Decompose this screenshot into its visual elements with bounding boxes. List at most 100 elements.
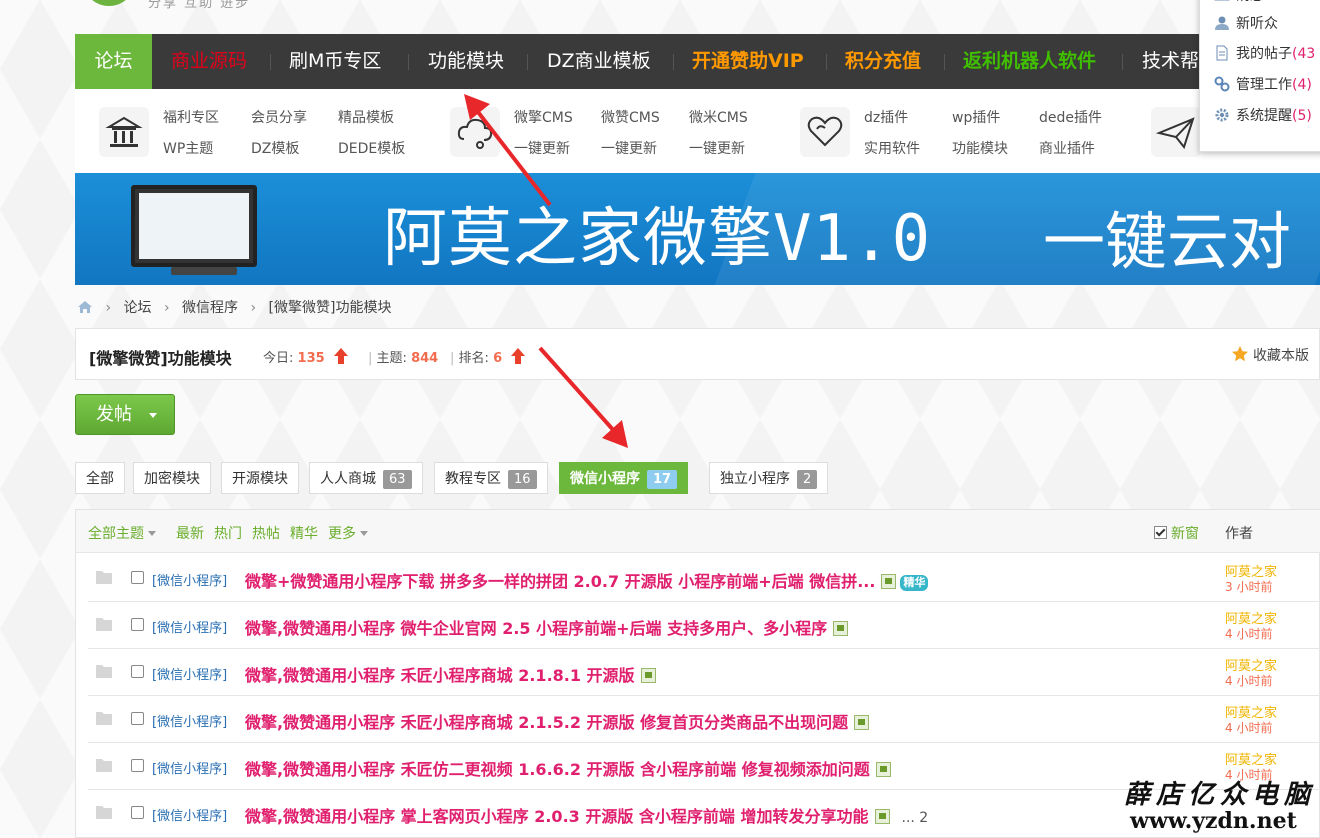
sub-link[interactable]: 微擎CMS — [514, 107, 573, 127]
sub-link[interactable]: 微米CMS — [689, 107, 748, 127]
author-column-header: 作者 — [1225, 526, 1253, 542]
nav-item-tech-help[interactable]: 技术帮 — [1142, 34, 1199, 89]
thread-checkbox[interactable] — [131, 665, 144, 678]
thread-checkbox[interactable] — [131, 618, 144, 631]
image-attachment-icon — [874, 809, 890, 824]
tab-encrypted[interactable]: 加密模块 — [133, 462, 211, 494]
sub-link[interactable]: WP主题 — [163, 138, 213, 158]
tab-renren-mall[interactable]: 人人商城 63 — [309, 462, 423, 494]
filter-digest[interactable]: 精华 — [290, 523, 318, 543]
promo-banner[interactable]: 阿莫之家微擎V1.0 一键云对 — [75, 173, 1320, 285]
thread-title[interactable]: 微擎,微赞通用小程序 禾匠小程序商城 2.1.5.2 开源版 修复首页分类商品不… — [245, 709, 870, 733]
sub-link[interactable]: dz插件 — [864, 107, 908, 127]
nav-item-forum[interactable]: 论坛 — [75, 34, 152, 89]
nav-item-vip[interactable]: 开通赞助VIP — [692, 34, 804, 89]
image-attachment-icon — [833, 621, 849, 636]
tab-all[interactable]: 全部 — [75, 462, 125, 494]
nav-item-mcoin[interactable]: 刷M币专区 — [289, 34, 381, 89]
up-arrow-icon — [511, 348, 526, 364]
star-icon — [1231, 346, 1248, 362]
nav-item-dz-templates[interactable]: DZ商业模板 — [547, 34, 651, 89]
tab-standalone-miniprogram[interactable]: 独立小程序 2 — [709, 462, 829, 494]
thread-category[interactable]: [微信小程序] — [152, 711, 227, 730]
breadcrumb-current[interactable]: [微擎微赞]功能模块 — [269, 300, 392, 316]
rank-stat: | 排名: 6 — [450, 347, 526, 366]
thread-title[interactable]: 微擎,微赞通用小程序 掌上客网页小程序 2.0.3 开源版 含小程序前端 增加转… — [245, 803, 928, 827]
image-attachment-icon — [875, 762, 891, 777]
threads-stat: | 主题: 844 — [368, 351, 439, 366]
thread-category[interactable]: [微信小程序] — [152, 617, 227, 636]
sub-link[interactable]: DZ模板 — [251, 138, 299, 158]
filter-trending[interactable]: 热帖 — [252, 523, 280, 543]
tab-wechat-miniprogram[interactable]: 微信小程序 17 — [559, 462, 689, 494]
thread-row[interactable]: [微信小程序] 微擎,微赞通用小程序 禾匠小程序商城 2.1.5.2 开源版 修… — [88, 696, 1320, 743]
breadcrumb-link[interactable]: 微信程序 — [182, 300, 238, 316]
digest-badge: 精华 — [900, 575, 929, 591]
sub-link[interactable]: DEDE模板 — [338, 138, 405, 158]
thread-title[interactable]: 微擎,微赞通用小程序 禾匠小程序商城 2.1.8.1 开源版 — [245, 662, 656, 686]
forum-header: [微擎微赞]功能模块 今日: 135 | 主题: 844 | 排名: 6 收藏本… — [75, 328, 1320, 380]
sub-link[interactable]: 功能模块 — [952, 138, 1008, 158]
nav-item-modules[interactable]: 功能模块 — [428, 34, 504, 89]
forum-title: [微擎微赞]功能模块 — [89, 349, 232, 368]
user-icon — [1215, 16, 1229, 30]
nav-item-points[interactable]: 积分充值 — [845, 34, 921, 89]
new-post-button[interactable]: 发帖 — [75, 394, 175, 435]
thread-title[interactable]: 微擎,微赞通用小程序 禾匠仿二更视频 1.6.6.2 开源版 含小程序前端 修复… — [245, 756, 891, 780]
menu-item-new-followers[interactable]: 新听众 — [1214, 13, 1278, 33]
thread-row[interactable]: [微信小程序] 微擎,微赞通用小程序 禾匠小程序商城 2.1.8.1 开源版 阿… — [88, 649, 1320, 696]
chevron-down-icon — [148, 531, 156, 536]
thread-row[interactable]: [微信小程序] 微擎+微赞通用小程序下载 拼多多一样的拼团 2.0.7 开源版 … — [88, 555, 1320, 602]
sub-link[interactable]: 精品模板 — [338, 107, 394, 127]
sub-link[interactable]: 福利专区 — [163, 107, 219, 127]
menu-item-system-notices[interactable]: 系统提醒(5) — [1214, 105, 1312, 125]
link-icon — [1214, 76, 1230, 92]
main-nav: 论坛 商业源码 刷M币专区 功能模块 DZ商业模板 开通赞助VIP 积分充值 返… — [75, 34, 1320, 89]
tab-open-source[interactable]: 开源模块 — [221, 462, 299, 494]
tab-tutorials[interactable]: 教程专区 16 — [434, 462, 548, 494]
sub-link[interactable]: 商业插件 — [1039, 138, 1095, 158]
filter-hot[interactable]: 热门 — [214, 523, 242, 543]
sub-link[interactable]: 微赞CMS — [601, 107, 660, 127]
sub-link[interactable]: 一键更新 — [689, 138, 745, 158]
nav-item-rebate-bot[interactable]: 返利机器人软件 — [963, 34, 1096, 89]
breadcrumb-link[interactable]: 论坛 — [124, 300, 152, 316]
sub-link[interactable]: wp插件 — [952, 107, 1000, 127]
sub-link[interactable]: 实用软件 — [864, 138, 920, 158]
folder-icon — [96, 806, 112, 819]
thread-checkbox[interactable] — [131, 571, 144, 584]
heart-icon — [800, 107, 850, 157]
menu-item-my-posts[interactable]: 我的帖子(43 — [1214, 43, 1315, 63]
filter-all-threads[interactable]: 全部主题 — [88, 523, 156, 543]
site-logo[interactable] — [84, 0, 134, 6]
thread-category[interactable]: [微信小程序] — [152, 805, 227, 824]
favorite-forum-button[interactable]: 收藏本版 — [1231, 345, 1309, 365]
cloud-icon — [450, 107, 500, 157]
thread-category[interactable]: [微信小程序] — [152, 758, 227, 777]
thread-pages: ... 2 — [901, 810, 929, 826]
filter-latest[interactable]: 最新 — [176, 523, 204, 543]
thread-row[interactable]: [微信小程序] 微擎,微赞通用小程序 微牛企业官网 2.5 小程序前端+后端 支… — [88, 602, 1320, 649]
nav-item-commercial-source[interactable]: 商业源码 — [171, 34, 247, 89]
mail-icon — [1214, 0, 1230, 1]
sub-link[interactable]: 会员分享 — [251, 107, 307, 127]
thread-checkbox[interactable] — [131, 759, 144, 772]
home-icon[interactable] — [77, 300, 93, 314]
site-slogan: 分享 互助 进步 — [148, 0, 251, 11]
thread-checkbox[interactable] — [131, 712, 144, 725]
filter-more[interactable]: 更多 — [328, 523, 368, 543]
thread-category[interactable]: [微信小程序] — [152, 570, 227, 589]
sub-link[interactable]: 一键更新 — [514, 138, 570, 158]
new-window-toggle[interactable]: 新窗 — [1154, 523, 1199, 543]
thread-checkbox[interactable] — [131, 806, 144, 819]
thread-title[interactable]: 微擎,微赞通用小程序 微牛企业官网 2.5 小程序前端+后端 支持多用户、多小程… — [245, 615, 849, 639]
sub-link[interactable]: dede插件 — [1039, 107, 1102, 127]
menu-item-messages[interactable]: 消息 — [1214, 0, 1264, 5]
folder-icon — [96, 618, 112, 631]
folder-icon — [96, 665, 112, 678]
menu-item-management[interactable]: 管理工作(4) — [1214, 74, 1312, 94]
thread-category[interactable]: [微信小程序] — [152, 664, 227, 683]
sub-link[interactable]: 一键更新 — [601, 138, 657, 158]
thread-title[interactable]: 微擎+微赞通用小程序下载 拼多多一样的拼团 2.0.7 开源版 小程序前端+后端… — [245, 568, 929, 592]
image-attachment-icon — [854, 715, 870, 730]
